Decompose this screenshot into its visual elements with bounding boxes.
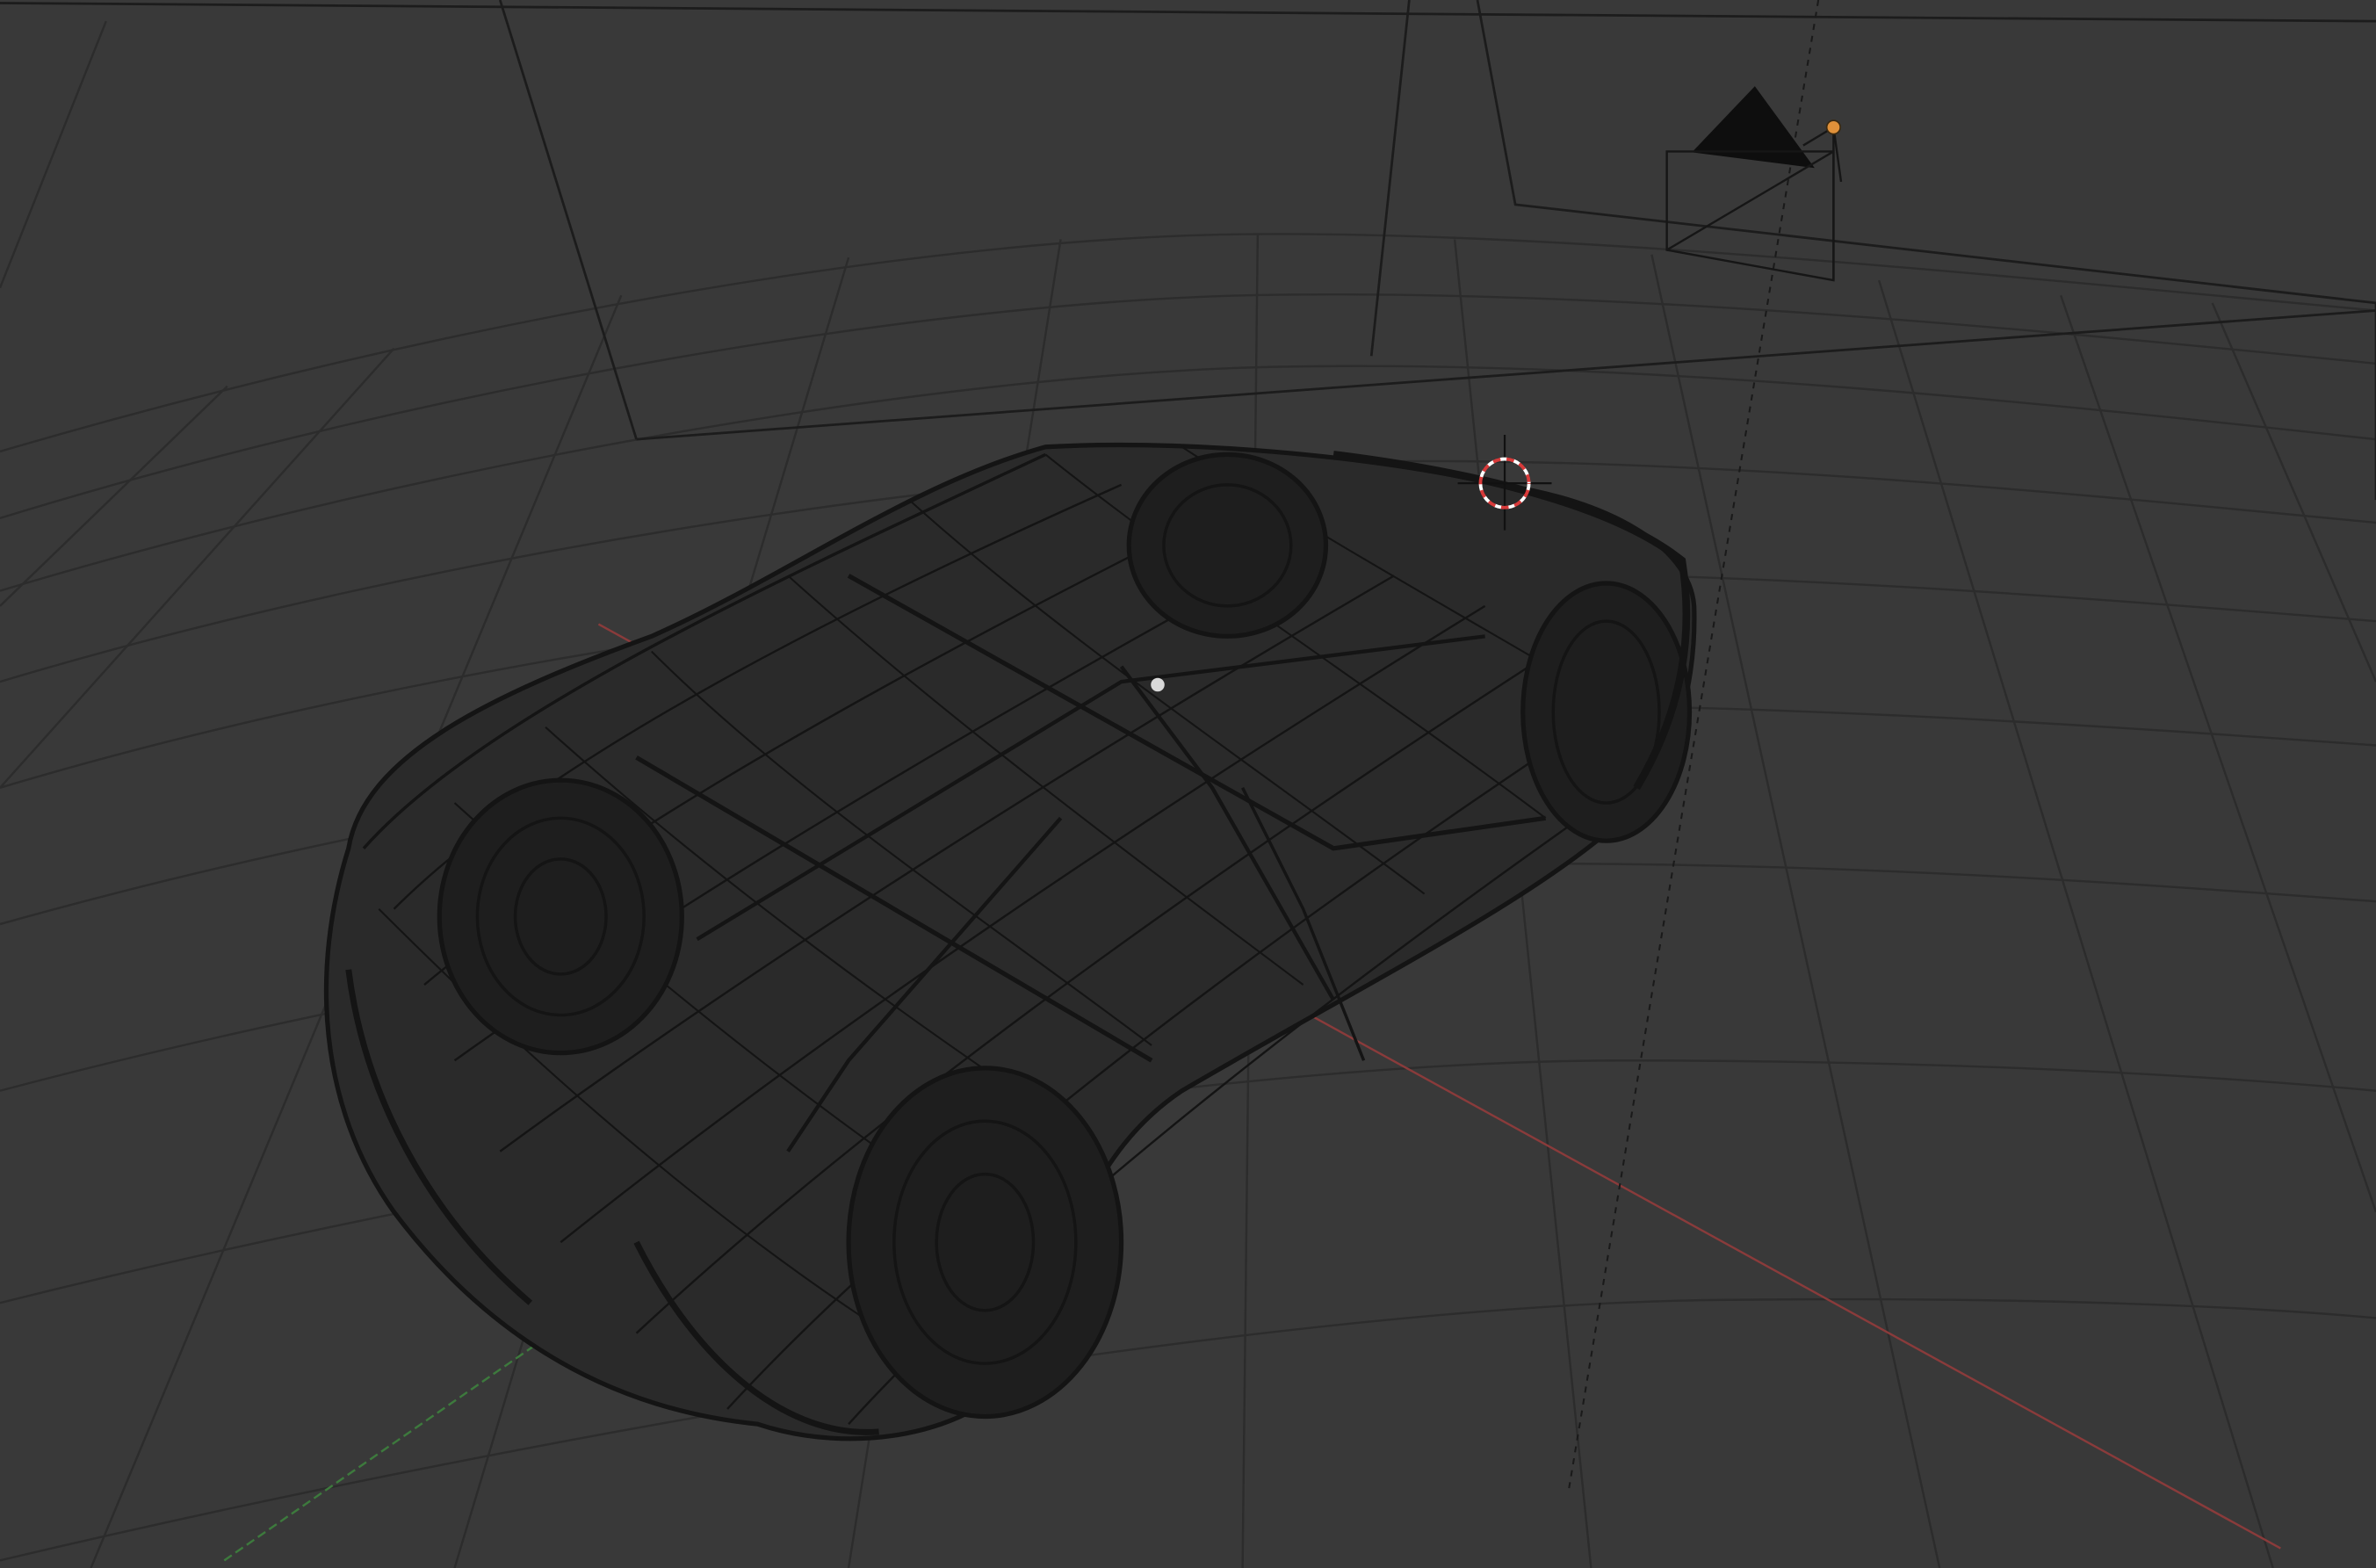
- wheel-rear-right: [1520, 581, 1693, 843]
- wheel-front-right: [1126, 452, 1329, 639]
- 3d-viewport[interactable]: [0, 0, 2376, 1568]
- wheel-front-left: [846, 1066, 1124, 1420]
- origin-point[interactable]: [1151, 677, 1165, 692]
- wheel-rear-left: [437, 777, 684, 1056]
- car-mesh[interactable]: [323, 442, 1697, 1442]
